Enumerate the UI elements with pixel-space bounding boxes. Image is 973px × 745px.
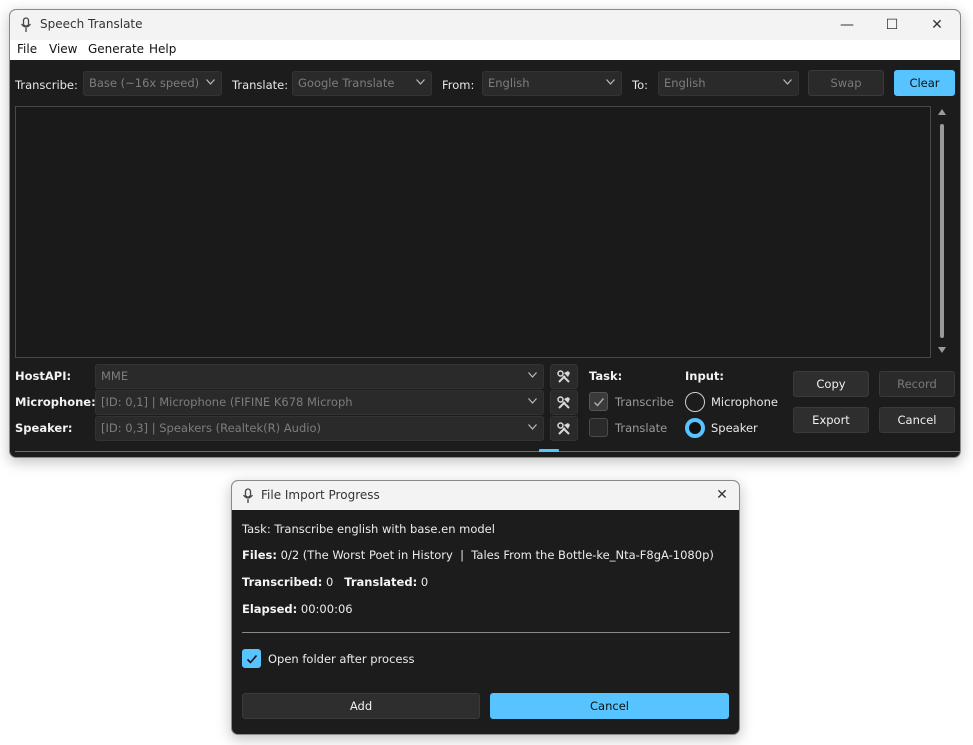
elapsed-label: Elapsed: [242,602,298,616]
main-window: Speech Translate — ☐ ✕ File View Generat… [9,9,961,458]
translate-checkbox[interactable] [589,418,608,437]
files-value: 0/2 (The Worst Poet in History | Tales F… [280,548,714,562]
to-label: To: [632,78,648,92]
transcribe-checkbox-label[interactable]: Transcribe [615,395,674,409]
task-label: Task: [589,369,623,383]
record-button[interactable]: Record [879,371,955,397]
from-language-select[interactable]: English [482,71,622,96]
translated-label: Translated: [344,575,418,589]
chevron-down-icon [606,79,615,85]
elapsed-line: Elapsed: 00:00:06 [242,602,353,616]
title-bar[interactable]: Speech Translate — ☐ ✕ [10,10,960,40]
menu-help[interactable]: Help [149,42,176,56]
dialog-cancel-button[interactable]: Cancel [490,693,729,719]
microphone-settings-button[interactable] [550,390,578,415]
chevron-down-icon [783,79,792,85]
hostapi-value: MME [101,369,129,383]
chevron-down-icon [528,398,537,404]
hostapi-label: HostAPI: [15,369,72,383]
input-label: Input: [685,369,724,383]
tools-icon [557,370,570,383]
files-label: Files: [242,548,277,562]
translate-engine-select[interactable]: Google Translate [292,71,432,96]
scroll-thumb[interactable] [940,124,944,338]
checkmark-icon [246,654,258,664]
transcribe-model-value: Base (~16x speed) [89,76,200,90]
elapsed-value: 00:00:06 [300,602,353,616]
transcribe-label: Transcribe: [15,78,78,92]
microphone-radio-label[interactable]: Microphone [711,395,778,409]
microphone-icon [20,17,32,32]
chevron-down-icon [206,79,215,85]
tools-icon [557,396,570,409]
swap-button[interactable]: Swap [808,70,884,96]
dialog-divider [242,632,730,633]
menu-view[interactable]: View [49,42,77,56]
speaker-value: [ID: 0,3] | Speakers (Realtek(R) Audio) [101,421,321,435]
speaker-settings-button[interactable] [550,416,578,441]
window-title: Speech Translate [40,17,143,31]
sizegrip-indicator[interactable] [539,449,559,452]
chevron-down-icon [528,372,537,378]
menu-file[interactable]: File [17,42,37,56]
speaker-select[interactable]: [ID: 0,3] | Speakers (Realtek(R) Audio) [95,416,544,441]
transcribe-checkbox[interactable] [589,392,608,411]
menu-bar: File View Generate Help [10,40,960,60]
dialog-title-bar[interactable]: File Import Progress ✕ [232,481,739,510]
speaker-radio[interactable] [685,418,705,438]
files-line: Files: 0/2 (The Worst Poet in History | … [242,548,714,562]
speaker-radio-label[interactable]: Speaker [711,421,758,435]
copy-button[interactable]: Copy [793,371,869,397]
vertical-scrollbar[interactable] [935,106,949,358]
scroll-up-icon[interactable] [937,108,947,116]
speaker-label: Speaker: [15,421,73,435]
maximize-button[interactable]: ☐ [869,10,915,40]
transcription-textbox[interactable] [15,106,931,358]
hostapi-settings-button[interactable] [550,364,578,389]
to-language-value: English [664,76,706,90]
microphone-label: Microphone: [15,395,96,409]
task-line: Task: Transcribe english with base.en mo… [242,522,495,536]
chevron-down-icon [416,79,425,85]
hostapi-select[interactable]: MME [95,364,544,389]
microphone-value: [ID: 0,1] | Microphone (FIFINE K678 Micr… [101,395,353,409]
menu-generate[interactable]: Generate [88,42,144,56]
open-folder-checkbox[interactable] [242,649,261,668]
translate-label: Translate: [232,78,289,92]
checkmark-icon [593,398,605,407]
to-language-select[interactable]: English [658,71,799,96]
transcribe-model-select[interactable]: Base (~16x speed) [83,71,222,96]
scroll-down-icon[interactable] [937,346,947,354]
translate-engine-value: Google Translate [298,76,395,90]
transcribed-label: Transcribed: [242,575,323,589]
from-label: From: [442,78,475,92]
translated-value: 0 [420,575,429,589]
microphone-icon [242,488,254,503]
clear-button[interactable]: Clear [894,70,955,96]
minimize-button[interactable]: — [824,10,870,40]
add-button[interactable]: Add [242,693,480,719]
translate-checkbox-label[interactable]: Translate [615,421,667,435]
microphone-select[interactable]: [ID: 0,1] | Microphone (FIFINE K678 Micr… [95,390,544,415]
dialog-title: File Import Progress [261,488,380,502]
progress-line: Transcribed: 0 Translated: 0 [242,575,428,589]
from-language-value: English [488,76,530,90]
close-button[interactable]: ✕ [914,10,960,40]
transcribed-value: 0 [326,575,334,589]
chevron-down-icon [528,424,537,430]
microphone-radio[interactable] [685,392,705,412]
file-import-dialog: File Import Progress ✕ Task: Transcribe … [231,480,740,735]
cancel-button[interactable]: Cancel [879,407,955,433]
open-folder-label[interactable]: Open folder after process [268,652,414,666]
dialog-close-button[interactable]: ✕ [704,481,739,510]
bottom-divider [15,451,960,452]
export-button[interactable]: Export [793,407,869,433]
tools-icon [557,422,570,435]
